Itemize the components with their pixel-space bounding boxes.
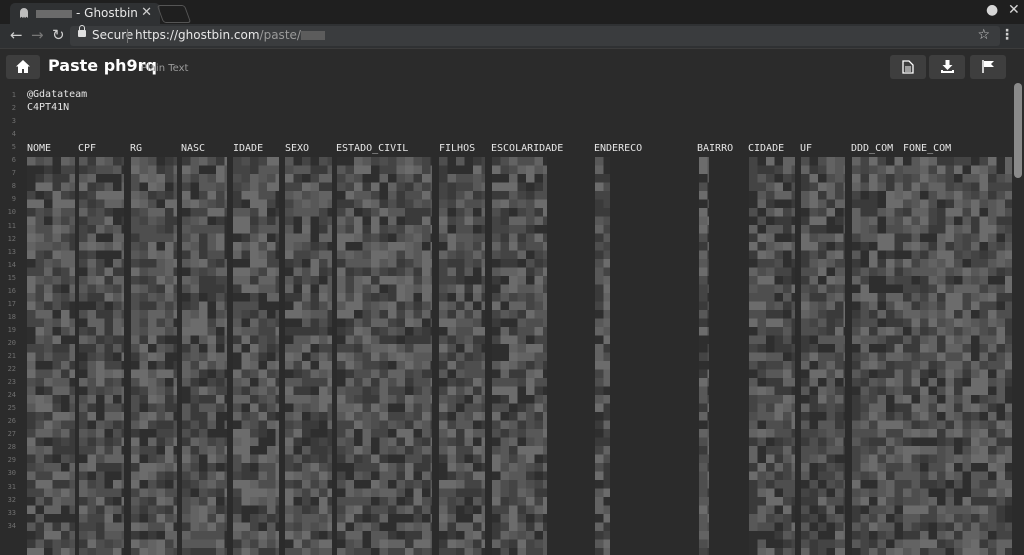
address-bar[interactable]: Secure https://ghostbin.com/paste/ ☆ <box>70 25 1000 46</box>
line-number: 31 <box>7 482 16 491</box>
line-number: 17 <box>7 299 16 308</box>
column-header: ENDERECO <box>594 143 643 154</box>
home-button[interactable] <box>6 55 40 79</box>
column-header: CIDADE <box>748 143 785 154</box>
bookmark-star-icon[interactable]: ☆ <box>977 27 990 43</box>
line-number: 16 <box>7 286 16 295</box>
line-number: 26 <box>7 417 16 426</box>
scrollbar[interactable] <box>1012 49 1024 555</box>
line-number: 29 <box>7 456 16 465</box>
line-number: 24 <box>7 391 16 400</box>
line-number: 11 <box>7 221 16 230</box>
browser-titlebar: - Ghostbin ✕ ● ✕ <box>0 0 1024 24</box>
column-header: DDD_COM <box>851 143 894 154</box>
line-number: 13 <box>7 247 16 256</box>
line-number: 25 <box>7 404 16 413</box>
close-tab-icon[interactable]: ✕ <box>141 5 152 20</box>
document-icon <box>902 60 914 74</box>
lock-icon <box>78 25 86 37</box>
code-line-1: @Gdatateam <box>27 89 88 100</box>
line-number: 27 <box>7 430 16 439</box>
column-header: CPF <box>78 143 97 154</box>
line-number: 23 <box>7 378 16 387</box>
download-button[interactable] <box>929 55 965 79</box>
line-number: 1 <box>11 91 16 99</box>
report-button[interactable] <box>970 55 1006 79</box>
line-number: 33 <box>7 508 16 517</box>
language-label: Plain Text <box>141 63 189 74</box>
line-number: 12 <box>7 234 16 243</box>
column-header: FILHOS <box>439 143 476 154</box>
line-number: 7 <box>11 169 16 178</box>
column-header: IDADE <box>233 143 264 154</box>
column-header: UF <box>800 143 813 154</box>
column-header: NASC <box>181 143 206 154</box>
line-number: 9 <box>11 195 16 204</box>
column-header: SEXO <box>285 143 310 154</box>
flag-icon <box>982 60 994 73</box>
profile-icon[interactable]: ● <box>986 2 998 18</box>
tab-title: - Ghostbin <box>36 6 138 20</box>
line-number: 15 <box>7 273 16 282</box>
column-header: ESTADO_CIVIL <box>336 143 409 154</box>
redacted-data-region <box>27 157 1012 555</box>
home-icon <box>16 60 30 73</box>
browser-toolbar: ← → ↻ Secure https://ghostbin.com/paste/… <box>0 24 1024 49</box>
line-number: 2 <box>11 104 16 113</box>
redacted-block <box>36 9 72 18</box>
url-text: https://ghostbin.com/paste/ <box>135 28 325 42</box>
line-number: 8 <box>11 182 16 191</box>
line-number: 5 <box>11 143 16 152</box>
column-header: RG <box>130 143 143 154</box>
line-number: 6 <box>11 156 16 165</box>
forward-icon[interactable]: → <box>31 27 44 43</box>
back-icon[interactable]: ← <box>10 27 23 43</box>
browser-tab[interactable]: - Ghostbin ✕ <box>10 3 160 24</box>
line-number: 20 <box>7 338 16 347</box>
line-number: 3 <box>11 117 16 126</box>
page-header: Paste ph9rq Plain Text <box>0 49 1024 87</box>
code-line-2: C4PT41N <box>27 102 70 113</box>
divider <box>127 29 128 43</box>
line-number: 22 <box>7 365 16 374</box>
line-number: 34 <box>7 521 16 530</box>
new-tab-button[interactable] <box>156 5 192 23</box>
column-header: NOME <box>27 143 52 154</box>
column-header: ESCOLARIDADE <box>491 143 564 154</box>
menu-icon[interactable]: ⋮ <box>1000 27 1014 43</box>
column-header: BAIRRO <box>697 143 734 154</box>
paste-content: 1 2 3 4 5 6 7 8 9 10 11 12 13 14 15 16 17 18 19 20 21 22 23 24 2… <box>0 87 1012 555</box>
reload-icon[interactable]: ↻ <box>52 27 65 43</box>
line-number: 19 <box>7 325 16 334</box>
line-number: 28 <box>7 443 16 452</box>
download-icon <box>941 60 954 73</box>
line-number: 14 <box>7 260 16 269</box>
column-header: FONE_COM <box>903 143 952 154</box>
line-number: 18 <box>7 312 16 321</box>
scrollbar-thumb[interactable] <box>1014 83 1022 178</box>
line-number: 4 <box>11 130 16 139</box>
line-number: 32 <box>7 495 16 504</box>
raw-button[interactable] <box>890 55 926 79</box>
ghost-icon <box>20 8 28 18</box>
window-close-icon[interactable]: ✕ <box>1008 2 1020 18</box>
line-number: 10 <box>7 208 16 217</box>
line-number: 30 <box>7 469 16 478</box>
line-number: 21 <box>7 352 16 360</box>
